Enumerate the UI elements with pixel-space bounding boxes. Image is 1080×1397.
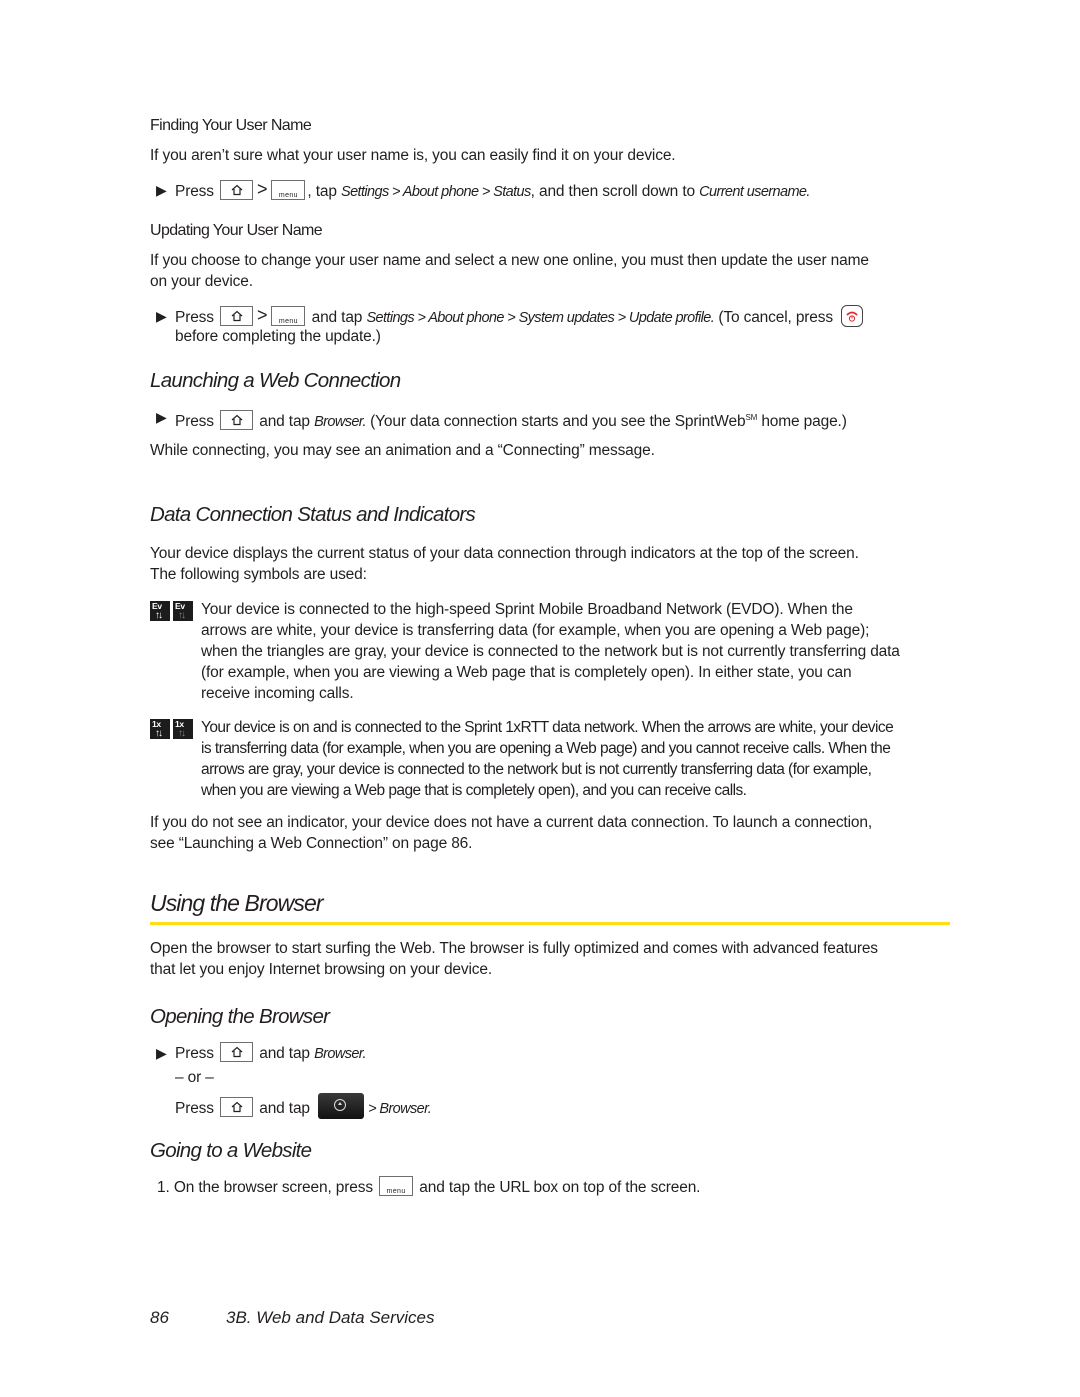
menu-key-icon: menu <box>271 305 306 326</box>
press-label: Press <box>175 413 214 431</box>
evdo-line: receive incoming calls. <box>201 685 354 702</box>
evdo-line: (for example, when you are viewing a Web… <box>201 664 852 681</box>
heading-going-to-a-website: Going to a Website <box>150 1139 312 1162</box>
finding-intro: If you aren’t sure what your user name i… <box>150 147 676 164</box>
launching-rest: (Your data connection starts and you see… <box>370 413 746 431</box>
1xrtt-idle-icon: 1x ↑↓ <box>173 719 193 739</box>
step-rest: and tap the URL box on top of the screen… <box>419 1179 701 1196</box>
bullet-icon: ▶ <box>156 182 167 198</box>
using-intro-2: that let you enjoy Internet browsing on … <box>150 961 493 978</box>
heading-launching-web-connection: Launching a Web Connection <box>150 369 401 392</box>
evdo-line: arrows are white, your device is transfe… <box>201 622 870 639</box>
step-text: On the browser screen, press <box>173 1179 373 1196</box>
home-key-icon <box>220 179 254 200</box>
home-key-icon <box>220 410 254 431</box>
evdo-line: when the triangles are gray, your device… <box>201 643 900 660</box>
evdo-indicator-icons: Ev ↑↓ Ev ↑↓ <box>150 601 196 621</box>
menu-key-icon: menu <box>271 179 306 200</box>
updating-step-line2: before completing the update.) <box>175 328 381 345</box>
evdo-idle-icon: Ev ↑↓ <box>173 601 193 621</box>
press-label: Press <box>175 1100 214 1118</box>
evdo-description: Your device is connected to the high-spe… <box>201 599 951 704</box>
step-rest: , and then scroll down to <box>530 183 695 200</box>
using-intro-1: Open the browser to start surfing the We… <box>150 940 878 957</box>
bullet-icon: ▶ <box>156 308 167 324</box>
end-call-key-icon <box>841 304 864 327</box>
updating-intro-1: If you choose to change your user name a… <box>150 252 869 269</box>
tap-label: and tap <box>259 1100 310 1118</box>
evdo-line: Your device is connected to the high-spe… <box>201 601 853 618</box>
opening-step-2: Press and tap > Browser. <box>175 1093 432 1122</box>
all-apps-button-icon <box>318 1093 365 1119</box>
heading-finding-user-name: Finding Your User Name <box>150 117 312 134</box>
home-key-icon <box>220 1097 254 1117</box>
bullet-icon: ▶ <box>156 409 167 425</box>
launching-note: While connecting, you may see an animati… <box>150 442 655 459</box>
heading-data-connection-status: Data Connection Status and Indicators <box>150 503 476 526</box>
going-step-1: 1. On the browser screen, press menu and… <box>157 1175 701 1198</box>
heading-using-the-browser: Using the Browser <box>150 890 324 916</box>
browser-label: Browser. <box>314 1046 366 1062</box>
press-label: Press <box>175 1045 214 1062</box>
1xrtt-line: Your device is on and is connected to th… <box>201 719 894 736</box>
step-number: 1. <box>157 1179 170 1196</box>
1xrtt-line: when you are viewing a Web page that is … <box>201 782 747 799</box>
service-mark: SM <box>745 413 758 422</box>
browser-label: Browser. <box>314 414 366 431</box>
status-intro-1: Your device displays the current status … <box>150 545 859 562</box>
heading-updating-user-name: Updating Your User Name <box>150 222 323 239</box>
browser-label: > Browser. <box>368 1101 432 1118</box>
press-label: Press <box>175 183 214 200</box>
heading-opening-the-browser: Opening the Browser <box>150 1005 330 1028</box>
launching-rest2: home page.) <box>761 413 847 431</box>
1xrtt-indicator-icons: 1x ↑↓ 1x ↑↓ <box>150 719 196 739</box>
1xrtt-active-icon: 1x ↑↓ <box>150 719 170 739</box>
tap-label: and tap <box>259 413 310 431</box>
status-outro-2: see “Launching a Web Connection” on page… <box>150 835 473 852</box>
tap-label: and tap <box>311 309 363 326</box>
or-separator: – or – <box>175 1069 214 1086</box>
settings-path: Settings > About phone > Status <box>341 184 531 200</box>
separator: > <box>257 179 268 199</box>
updating-intro-2: on your device. <box>150 273 253 290</box>
section-rule <box>150 922 950 925</box>
home-key-icon <box>220 1041 254 1062</box>
tap-label: and tap <box>259 1045 310 1062</box>
menu-key-icon: menu <box>379 1175 414 1196</box>
press-label: Press <box>175 309 214 326</box>
cancel-note: (To cancel, press <box>718 309 833 326</box>
tap-label: , tap <box>307 183 337 200</box>
update-profile-path: Settings > About phone > System updates … <box>366 310 715 326</box>
home-key-icon <box>220 305 254 326</box>
1xrtt-line: is transferring data (for example, when … <box>201 740 891 757</box>
status-intro-2: The following symbols are used: <box>150 566 367 583</box>
1xrtt-line: arrows are gray, your device is connecte… <box>201 761 872 778</box>
current-username-label: Current username. <box>699 184 810 200</box>
1xrtt-description: Your device is on and is connected to th… <box>201 717 951 801</box>
chapter-title: 3B. Web and Data Services <box>226 1308 435 1327</box>
separator: > <box>257 305 268 325</box>
evdo-active-icon: Ev ↑↓ <box>150 601 170 621</box>
bullet-icon: ▶ <box>156 1045 167 1061</box>
status-outro-1: If you do not see an indicator, your dev… <box>150 814 872 831</box>
page-number: 86 <box>150 1308 169 1327</box>
